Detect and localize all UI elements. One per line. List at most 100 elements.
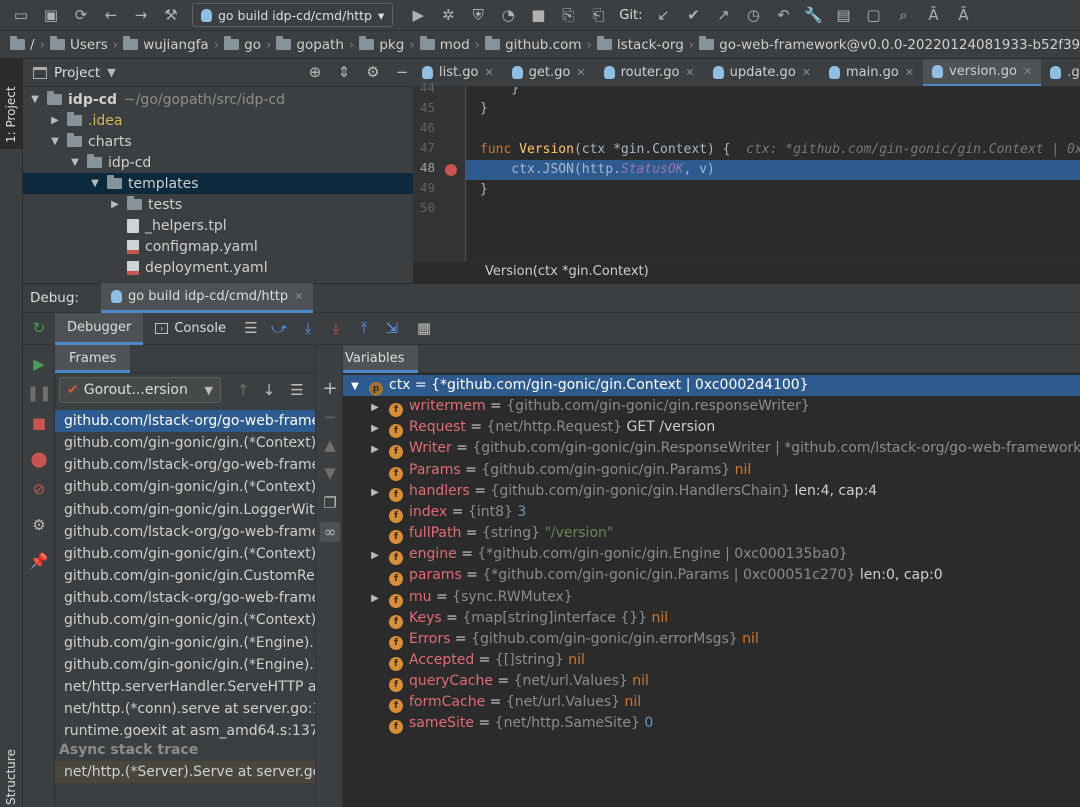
variables-title[interactable]: Variables (343, 345, 419, 373)
stop-icon[interactable]: ■ (29, 413, 49, 433)
open-folder-icon[interactable]: ▭ (8, 3, 34, 27)
frames-title[interactable]: Frames (55, 345, 131, 373)
goroutine-select[interactable]: ✔ Gorout...ersion ▼ (59, 377, 221, 403)
stack-frame[interactable]: github.com/lstack-org/go-web-frame (55, 587, 315, 609)
tab-console[interactable]: › Console (143, 313, 238, 345)
layout-menu-icon[interactable]: ☰ (238, 321, 264, 336)
stack-frame[interactable]: net/http.(*conn).serve at server.go:1 (55, 698, 315, 720)
variable-row[interactable]: ▶ f Writer = {github.com/gin-gonic/gin.Res… (343, 438, 1080, 460)
variable-row[interactable]: f Keys = {map[string]interface {}} nil (343, 608, 1080, 629)
variable-row[interactable]: ▶ f writermem = {github.com/gin-gonic/gin.… (343, 396, 1080, 418)
tree-item-idea[interactable]: ▶ .idea (23, 110, 413, 131)
tree-item-charts[interactable]: ▼ charts (23, 131, 413, 152)
stack-frame[interactable]: github.com/gin-gonic/gin.(*Engine).S (55, 654, 315, 676)
step-out-icon[interactable]: ⤒ (350, 321, 378, 336)
vcs-history-icon[interactable]: ⎗ (585, 3, 611, 27)
close-icon[interactable]: ✕ (905, 66, 914, 79)
chevron-down-icon[interactable]: ▼ (29, 94, 41, 105)
git-update-icon[interactable]: ↙ (650, 3, 676, 27)
chevron-right-icon[interactable]: ▶ (367, 397, 383, 418)
chevron-down-icon[interactable]: ▼ (107, 66, 115, 79)
variable-row[interactable]: f fullPath = {string} "/version" (343, 523, 1080, 545)
git-push-icon[interactable]: ↗ (710, 3, 736, 27)
tab-debugger[interactable]: Debugger (55, 312, 144, 345)
gear-icon[interactable]: ⚙ (29, 515, 49, 535)
pin-icon[interactable]: 📌 (29, 551, 49, 571)
view-breakpoints-icon[interactable]: ⬤ (29, 449, 49, 469)
close-icon[interactable]: ✕ (294, 290, 303, 303)
chevron-right-icon[interactable]: ▶ (49, 115, 61, 126)
search-icon[interactable]: ⌕ (890, 3, 916, 27)
chevron-right-icon[interactable]: ▶ (367, 545, 383, 566)
project-panel-title[interactable]: Project (54, 65, 100, 81)
save-icon[interactable]: ▣ (38, 3, 64, 27)
close-icon[interactable]: ✕ (685, 66, 694, 79)
editor-tab-version-go[interactable]: version.go ✕ (923, 59, 1042, 86)
stack-frame[interactable]: github.com/lstack-org/go-web-frame (55, 521, 315, 543)
chevron-down-icon[interactable]: ▼ (89, 178, 101, 189)
tree-item-idp-cd[interactable]: ▼ idp-cd (23, 152, 413, 173)
tree-item-configmap-yaml[interactable]: configmap.yaml (23, 236, 413, 257)
stack-frame[interactable]: github.com/gin-gonic/gin.(*Context) (55, 476, 315, 498)
remove-watch-icon[interactable]: − (320, 407, 340, 427)
variable-row[interactable]: f params = {*github.com/gin-gonic/gin.Par… (343, 565, 1080, 587)
previous-frame-icon[interactable]: ↑ (233, 380, 253, 400)
variable-row[interactable]: ▶ f handlers = {github.com/gin-gonic/gin.H… (343, 481, 1080, 502)
git-commit-icon[interactable]: ✔ (680, 3, 706, 27)
stack-frame[interactable]: github.com/gin-gonic/gin.(*Context) (55, 543, 315, 565)
gear-icon[interactable]: ⚙ (362, 65, 384, 80)
stack-frame[interactable]: github.com/gin-gonic/gin.CustomRe (55, 565, 315, 587)
breadcrumb-item[interactable]: mod (419, 36, 470, 53)
run-to-cursor-icon[interactable]: ⇲ (378, 321, 406, 336)
frame-options-icon[interactable]: ☰ (287, 380, 307, 400)
pause-icon[interactable]: ❚❚ (26, 383, 51, 403)
copy-icon[interactable]: ❐ (320, 493, 340, 513)
variable-row[interactable]: ▼ p ctx = {*github.com/gin-gonic/gin.Conte… (343, 375, 1080, 396)
debug-session-tab[interactable]: go build idp-cd/cmd/http ✕ (100, 283, 314, 313)
step-into-icon[interactable]: ⤓ (322, 321, 350, 336)
move-down-icon[interactable]: ▼ (320, 463, 340, 483)
collapse-all-icon[interactable]: ⇕ (333, 65, 355, 80)
stack-frame[interactable]: github.com/gin-gonic/gin.(*Engine).h (55, 632, 315, 654)
back-icon[interactable]: ← (98, 3, 124, 27)
tree-item-idp-cd[interactable]: ▼ idp-cd ~/go/gopath/src/idp-cd (23, 89, 413, 110)
tree-item-tests[interactable]: ▶ tests (23, 194, 413, 215)
vcs-update-icon[interactable]: ⎘ (555, 3, 581, 27)
async-stack-frame[interactable]: net/http.(*Server).Serve at server.go (55, 761, 315, 784)
breadcrumb-item[interactable]: go-web-framework@v0.0.0-20220124081933-b… (699, 36, 1080, 53)
stack-frame[interactable]: github.com/lstack-org/go-web-frame (55, 454, 315, 476)
resume-icon[interactable]: ▶ (29, 354, 49, 374)
run-icon[interactable]: ▶ (405, 3, 431, 27)
variable-row[interactable]: ▶ f mu = {sync.RWMutex} (343, 587, 1080, 608)
breadcrumb-item[interactable]: go (224, 36, 261, 53)
breadcrumb-item[interactable]: pkg (359, 36, 404, 53)
variable-row[interactable]: f queryCache = {net/url.Values} nil (343, 671, 1080, 693)
stop-icon[interactable]: ■ (525, 3, 551, 27)
code-editor[interactable]: } } func Version(ctx *gin.Context) { ctx… (465, 87, 1080, 261)
move-up-icon[interactable]: ▲ (320, 435, 340, 455)
breadcrumb-item[interactable]: gopath (276, 36, 344, 53)
profile-icon[interactable]: ◔ (495, 3, 521, 27)
breadcrumb-item[interactable]: / (10, 36, 35, 53)
translate-icon[interactable]: Ā (920, 3, 946, 27)
editor-tab-update-go[interactable]: update.go ✕ (704, 59, 820, 86)
chevron-down-icon[interactable]: ▼ (347, 376, 363, 397)
settings-wrench-icon[interactable]: 🔧 (800, 3, 826, 27)
editor-tab-main-go[interactable]: main.go ✕ (820, 59, 923, 86)
variable-row[interactable]: f sameSite = {net/http.SameSite} 0 (343, 713, 1080, 735)
variable-row[interactable]: f Accepted = {[]string} nil (343, 650, 1080, 671)
project-tool-tab[interactable]: 1: Project (0, 59, 23, 149)
code-structure-breadcrumb[interactable]: Version(ctx *gin.Context) (413, 261, 1080, 283)
variable-row[interactable]: f Errors = {github.com/gin-gonic/gin.erro… (343, 629, 1080, 650)
close-icon[interactable]: ✕ (484, 66, 493, 79)
hide-panel-icon[interactable]: − (391, 65, 413, 80)
add-watch-icon[interactable]: + (320, 379, 340, 399)
breadcrumb-item[interactable]: lstack-org (596, 36, 684, 53)
variable-row[interactable]: ▶ f engine = {*github.com/gin-gonic/gin.En… (343, 544, 1080, 566)
close-icon[interactable]: ✕ (802, 66, 811, 79)
debug-bug-icon[interactable]: ✲ (435, 3, 461, 27)
sync-icon[interactable]: ⟳ (68, 3, 94, 27)
chevron-right-icon[interactable]: ▶ (367, 588, 383, 609)
mute-breakpoints-icon[interactable]: ⊘ (29, 479, 49, 499)
stack-frame[interactable]: github.com/gin-gonic/gin.(*Context) (55, 609, 315, 631)
